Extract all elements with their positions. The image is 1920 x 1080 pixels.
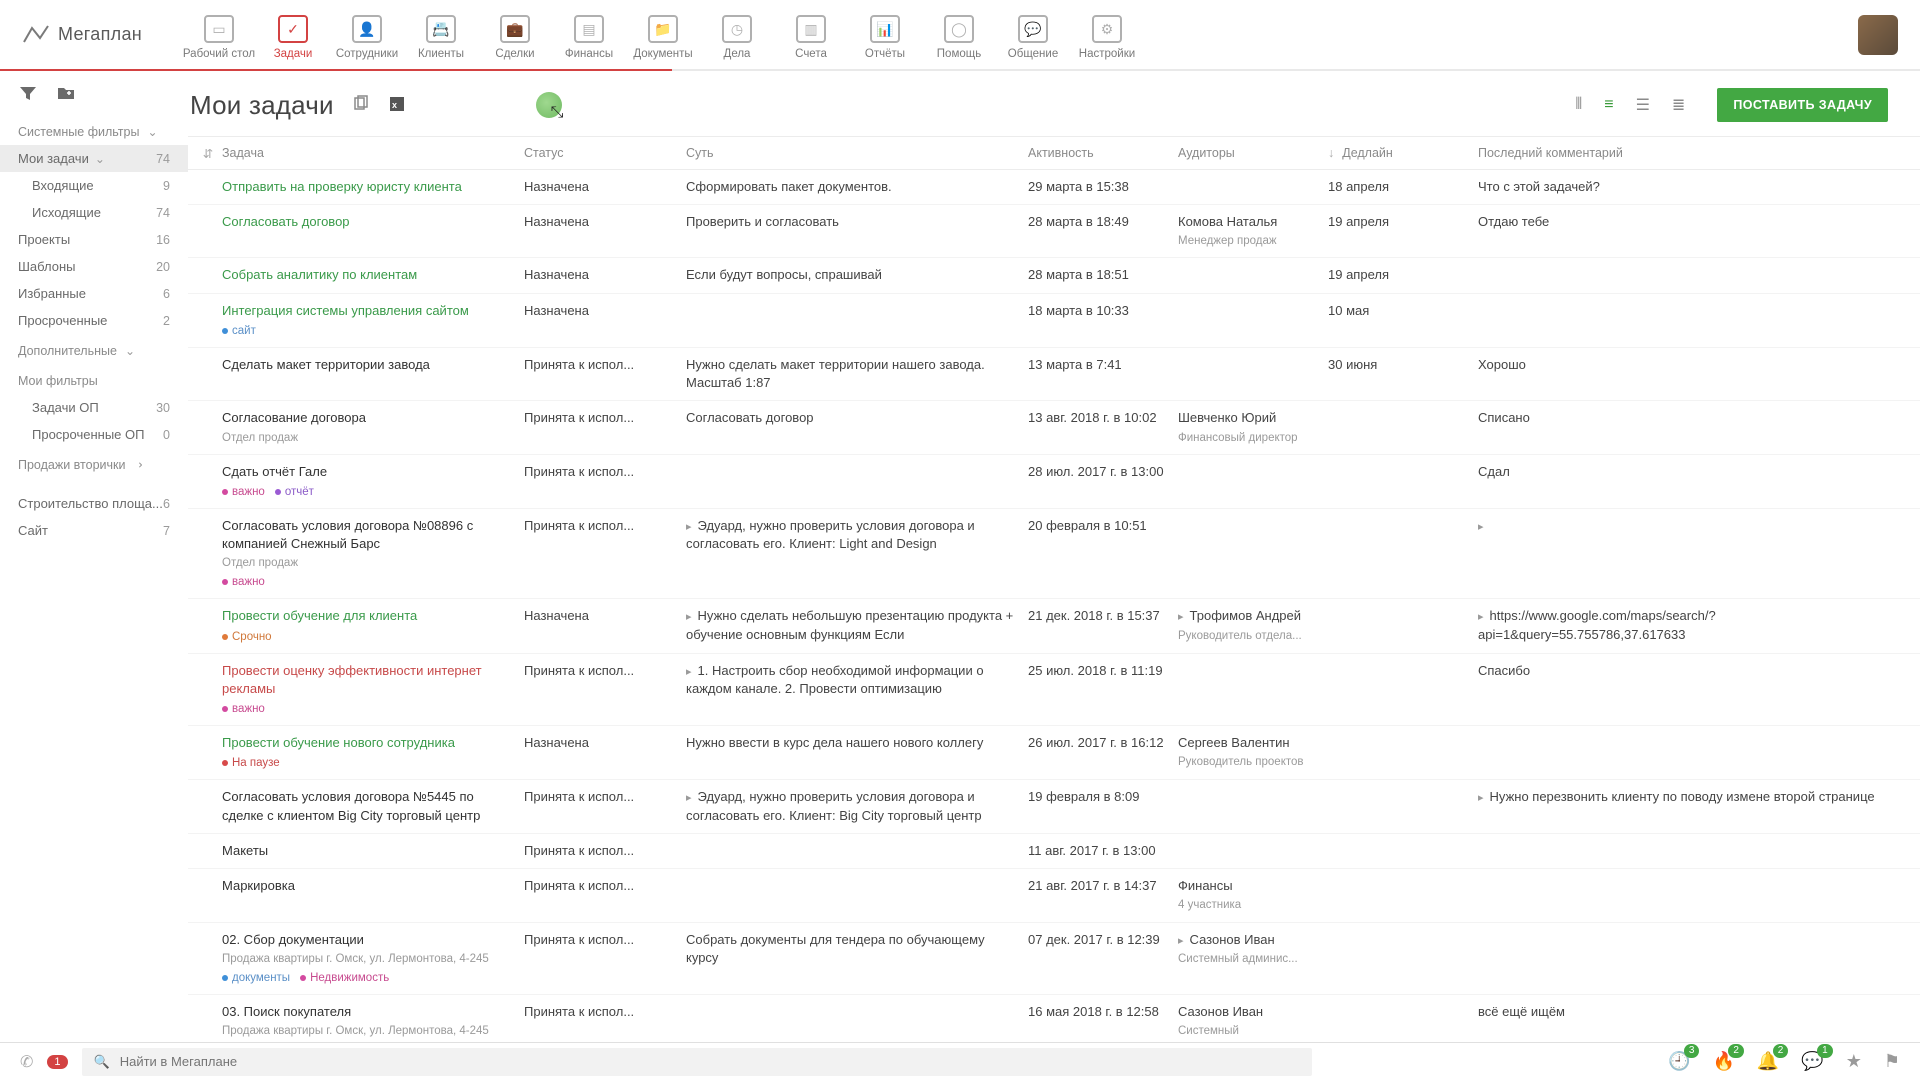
nav-icon: ▥ (796, 15, 826, 43)
table-row[interactable]: Провести оценку эффективности интернет р… (188, 654, 1920, 726)
sidebar-item[interactable]: Проекты16 (0, 226, 188, 253)
excel-icon[interactable]: x (388, 95, 406, 116)
table-row[interactable]: Согласование договораОтдел продажПринята… (188, 401, 1920, 454)
col-auditors[interactable]: Аудиторы (1178, 146, 1328, 160)
bottom-bar: ✆ 1 🔍 🕘3 🔥2 🔔2 💬1 ★ ⚑ (0, 1042, 1920, 1080)
table-row[interactable]: Интеграция системы управления сайтомсайт… (188, 294, 1920, 348)
search-input[interactable] (120, 1054, 1300, 1069)
phone-icon[interactable]: ✆ (20, 1052, 33, 1072)
nav-icon: ▭ (204, 15, 234, 43)
table-row[interactable]: 03. Поиск покупателяПродажа квартиры г. … (188, 995, 1920, 1042)
clock-icon[interactable]: 🕘3 (1668, 1051, 1690, 1072)
sidebar-item[interactable]: Строительство площа...6 (0, 490, 188, 517)
table-row[interactable]: Провести обучение нового сотрудникаНа па… (188, 726, 1920, 780)
logo[interactable]: Мегаплан (22, 24, 142, 46)
nav-icon: ◯ (944, 15, 974, 43)
user-avatar[interactable] (1858, 15, 1898, 55)
main-area: Мои задачи x ⤡ ⦀ ≡ ☰ ≣ ПОСТАВИТЬ ЗАДАЧУ … (188, 70, 1920, 1042)
col-essence[interactable]: Суть (686, 146, 1028, 160)
feedback-icon[interactable]: ⚑ (1884, 1051, 1900, 1072)
nav-item-0[interactable]: ▭Рабочий стол (182, 9, 256, 60)
sidebar-my-filters: Мои фильтры (0, 364, 188, 394)
top-nav: Мегаплан ▭Рабочий стол✓Задачи👤Сотрудники… (0, 0, 1920, 70)
nav-item-5[interactable]: ▤Финансы (552, 9, 626, 60)
col-status[interactable]: Статус (524, 146, 686, 160)
page-title: Мои задачи (190, 90, 334, 121)
table-row[interactable]: Согласовать условия договора №08896 с ко… (188, 509, 1920, 600)
sidebar-item[interactable]: Мои задачи⌄74 (0, 145, 188, 172)
sidebar-item[interactable]: Шаблоны20 (0, 253, 188, 280)
nav-icon: 📊 (870, 15, 900, 43)
view-gantt-icon[interactable]: ≣ (1672, 95, 1685, 115)
view-compact-icon[interactable]: ☰ (1636, 95, 1650, 115)
sidebar: Системные фильтры⌄ Мои задачи⌄74Входящие… (0, 70, 188, 1042)
nav-item-8[interactable]: ▥Счета (774, 9, 848, 60)
logo-text: Мегаплан (58, 24, 142, 45)
sidebar-item[interactable]: Избранные6 (0, 280, 188, 307)
task-table: ⇵ Задача Статус Суть Активность Аудиторы… (188, 136, 1920, 1042)
nav-icon: 💼 (500, 15, 530, 43)
copy-icon[interactable] (352, 95, 370, 116)
chat-icon[interactable]: 💬1 (1801, 1051, 1823, 1072)
nav-item-1[interactable]: ✓Задачи (256, 9, 330, 60)
search-icon: 🔍 (94, 1054, 110, 1070)
col-comment[interactable]: Последний комментарий (1478, 146, 1920, 160)
svg-text:x: x (392, 100, 397, 110)
sidebar-item[interactable]: Просроченные2 (0, 307, 188, 334)
nav-icon: 👤 (352, 15, 382, 43)
sort-icon[interactable]: ⇵ (194, 146, 222, 161)
table-row[interactable]: Согласовать договорНазначенаПроверить и … (188, 205, 1920, 258)
bell-icon[interactable]: 🔔2 (1757, 1051, 1779, 1072)
sidebar-item[interactable]: Сайт7 (0, 517, 188, 544)
nav-item-2[interactable]: 👤Сотрудники (330, 9, 404, 60)
table-row[interactable]: Сделать макет территории заводаПринята к… (188, 348, 1920, 401)
sidebar-item[interactable]: Задачи ОП30 (0, 394, 188, 421)
fire-icon[interactable]: 🔥2 (1712, 1051, 1734, 1072)
view-kanban-icon[interactable]: ⦀ (1575, 96, 1582, 114)
table-row[interactable]: Отправить на проверку юристу клиентаНазн… (188, 170, 1920, 205)
nav-icon: 💬 (1018, 15, 1048, 43)
table-row[interactable]: 02. Сбор документацииПродажа квартиры г.… (188, 923, 1920, 995)
add-folder-icon[interactable] (56, 84, 76, 105)
nav-item-7[interactable]: ◷Дела (700, 9, 774, 60)
nav-icon: ⚙ (1092, 15, 1122, 43)
nav-item-4[interactable]: 💼Сделки (478, 9, 552, 60)
table-row[interactable]: МаркировкаПринята к испол...21 авг. 2017… (188, 869, 1920, 922)
nav-icon: 📇 (426, 15, 456, 43)
nav-icon: ✓ (278, 15, 308, 43)
nav-item-9[interactable]: 📊Отчёты (848, 9, 922, 60)
nav-item-12[interactable]: ⚙Настройки (1070, 9, 1144, 60)
search-wrap[interactable]: 🔍 (82, 1048, 1312, 1076)
col-deadline[interactable]: ↓Дедлайн (1328, 146, 1478, 160)
sidebar-item[interactable]: Исходящие74 (0, 199, 188, 226)
nav-icon: ◷ (722, 15, 752, 43)
sidebar-group-system[interactable]: Системные фильтры⌄ (0, 115, 188, 145)
table-row[interactable]: МакетыПринята к испол...11 авг. 2017 г. … (188, 834, 1920, 869)
table-row[interactable]: Сдать отчёт ГалеважноотчётПринята к испо… (188, 455, 1920, 509)
table-row[interactable]: Провести обучение для клиентаСрочноНазна… (188, 599, 1920, 653)
nav-icon: 📁 (648, 15, 678, 43)
nav-icon: ▤ (574, 15, 604, 43)
table-row[interactable]: Собрать аналитику по клиентамНазначенаЕс… (188, 258, 1920, 293)
star-icon[interactable]: ★ (1846, 1051, 1862, 1072)
sidebar-item[interactable]: Входящие9 (0, 172, 188, 199)
sidebar-item[interactable]: Просроченные ОП0 (0, 421, 188, 448)
col-activity[interactable]: Активность (1028, 146, 1178, 160)
col-task[interactable]: Задача (222, 146, 524, 160)
nav-item-6[interactable]: 📁Документы (626, 9, 700, 60)
cursor-icon: ⤡ (551, 104, 564, 122)
table-row[interactable]: Согласовать условия договора №5445 по сд… (188, 780, 1920, 834)
create-task-button[interactable]: ПОСТАВИТЬ ЗАДАЧУ (1717, 88, 1888, 122)
nav-item-10[interactable]: ◯Помощь (922, 9, 996, 60)
loading-indicator: ⤡ (536, 92, 562, 118)
nav-items: ▭Рабочий стол✓Задачи👤Сотрудники📇Клиенты💼… (182, 9, 1144, 60)
table-header: ⇵ Задача Статус Суть Активность Аудиторы… (188, 136, 1920, 170)
view-list-icon[interactable]: ≡ (1604, 96, 1613, 114)
filter-icon[interactable] (18, 84, 38, 105)
sidebar-group-additional[interactable]: Дополнительные⌄ (0, 334, 188, 364)
nav-item-3[interactable]: 📇Клиенты (404, 9, 478, 60)
phone-badge: 1 (47, 1055, 67, 1069)
sidebar-secondary-sale[interactable]: Продажи вторички⌄ (0, 448, 188, 478)
nav-item-11[interactable]: 💬Общение (996, 9, 1070, 60)
